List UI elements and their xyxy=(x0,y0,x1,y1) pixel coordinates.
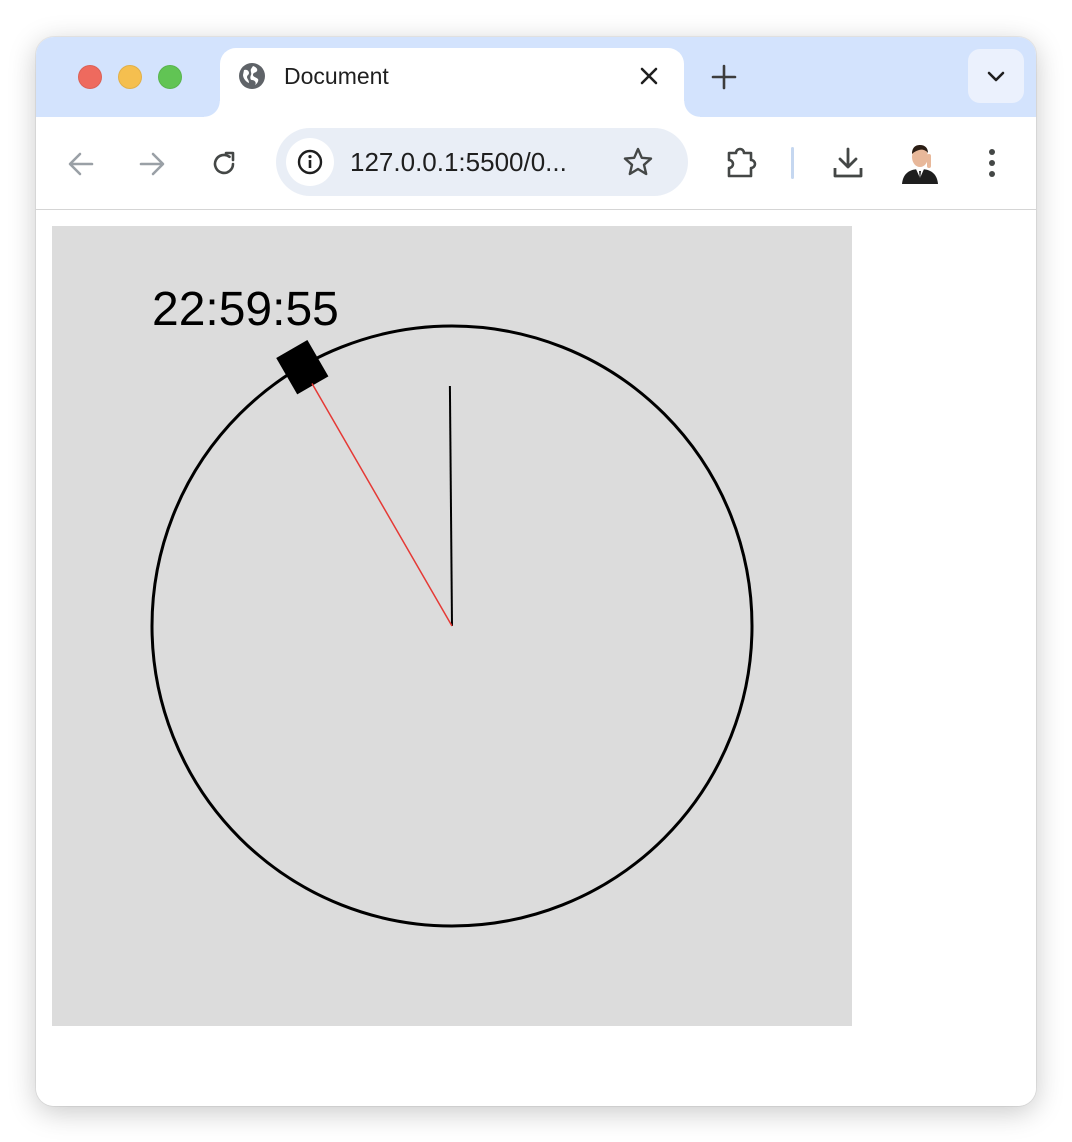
toolbar-divider xyxy=(791,147,794,179)
avatar[interactable] xyxy=(900,140,940,184)
page-viewport: 22:59:55 xyxy=(36,210,1036,1106)
address-bar[interactable]: 127.0.0.1:5500/0... xyxy=(276,128,688,196)
browser-window: Document 127.0.0.1:5500/0... 22:59:55 xyxy=(36,37,1036,1106)
toolbar: 127.0.0.1:5500/0... xyxy=(36,117,1036,210)
download-icon[interactable] xyxy=(830,145,866,181)
globe-icon xyxy=(239,63,265,89)
analog-clock xyxy=(150,324,754,928)
plus-icon[interactable] xyxy=(710,63,738,91)
minimize-window-button[interactable] xyxy=(118,65,142,89)
arrow-left-icon[interactable] xyxy=(66,149,96,179)
tab-search-button[interactable] xyxy=(968,49,1024,103)
tab-document[interactable]: Document xyxy=(204,48,700,117)
extensions-button[interactable] xyxy=(724,145,760,181)
zoom-window-button[interactable] xyxy=(158,65,182,89)
kebab-menu-icon[interactable] xyxy=(978,147,1006,179)
close-window-button[interactable] xyxy=(78,65,102,89)
hour-hand xyxy=(276,339,329,395)
url-text[interactable]: 127.0.0.1:5500/0... xyxy=(350,147,567,177)
star-icon[interactable] xyxy=(622,146,654,178)
tab-strip: Document xyxy=(36,37,1036,117)
clock-canvas: 22:59:55 xyxy=(52,226,852,1026)
arrow-right-icon[interactable] xyxy=(137,149,167,179)
second-hand xyxy=(311,383,453,627)
minute-hand xyxy=(448,386,453,627)
reload-icon[interactable] xyxy=(209,149,239,179)
info-icon xyxy=(297,149,323,175)
tab-title: Document xyxy=(284,63,389,89)
chevron-down-icon xyxy=(987,71,1005,82)
close-icon[interactable] xyxy=(637,64,661,88)
site-info-button[interactable] xyxy=(286,138,334,186)
